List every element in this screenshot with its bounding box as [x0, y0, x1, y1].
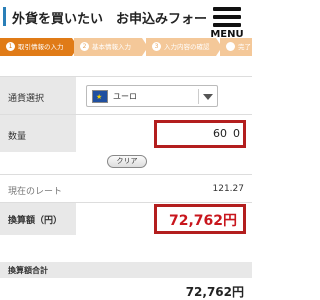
amount-highlight: 72,762円 — [154, 204, 246, 234]
quantity-value[interactable]: 60 — [213, 127, 227, 140]
currency-select[interactable]: ★ ユーロ — [86, 85, 218, 107]
title-accent-bar — [3, 7, 6, 26]
quantity-row: 数量 60 0 クリア — [0, 115, 252, 175]
step-3: 3 入力内容の確認 — [146, 38, 216, 56]
amount-row: 換算額（円） 72,762円 — [0, 203, 252, 235]
total-label: 換算額合計 — [8, 266, 48, 275]
amount-value: 72,762円 — [168, 213, 237, 229]
rate-value: 121.27 — [212, 184, 245, 194]
quantity-input[interactable]: 60 0 — [154, 120, 246, 148]
select-divider — [198, 89, 199, 104]
menu-button[interactable]: MENU — [207, 2, 247, 40]
step-progress: 1 取引情報の入力 2 基本情報入力 3 入力内容の確認 4 完了 — [0, 38, 252, 56]
total-value: 72,762円 — [185, 285, 244, 299]
step-label: 取引情報の入力 — [18, 43, 64, 51]
chevron-down-icon[interactable] — [203, 94, 213, 100]
order-form: 通貨選択 ★ ユーロ 数量 60 0 クリア 現在のレート 121.27 換算額… — [0, 76, 252, 235]
quantity-label: 数量 — [8, 132, 27, 142]
step-2: 2 基本情報入力 — [74, 38, 142, 56]
currency-select-value: ユーロ — [113, 92, 137, 101]
page-title: 外貨を買いたい お申込みフォーム — [12, 12, 220, 27]
step-number: 2 — [80, 42, 89, 51]
step-number: 3 — [152, 42, 161, 51]
step-number: 1 — [6, 42, 15, 51]
step-4: 4 完了 — [220, 38, 252, 56]
page-header: 外貨を買いたい お申込みフォーム MENU — [0, 0, 252, 40]
step-label: 入力内容の確認 — [164, 43, 210, 51]
label-cell: 数量 — [0, 115, 76, 152]
clear-button[interactable]: クリア — [107, 155, 147, 168]
amount-label: 換算額（円） — [8, 216, 63, 226]
step-number: 4 — [226, 42, 235, 51]
label-cell: 換算額（円） — [0, 203, 76, 235]
quantity-suffix: 0 — [233, 127, 240, 140]
currency-label: 通貨選択 — [8, 94, 45, 104]
step-label: 完了 — [238, 43, 251, 51]
currency-row: 通貨選択 ★ ユーロ — [0, 77, 252, 115]
rate-label: 現在のレート — [8, 187, 63, 197]
eu-flag-icon: ★ — [92, 90, 108, 103]
step-label: 基本情報入力 — [92, 43, 131, 51]
total-header: 換算額合計 — [0, 262, 252, 278]
step-1: 1 取引情報の入力 — [0, 38, 72, 56]
label-cell: 通貨選択 — [0, 77, 76, 114]
rate-row: 現在のレート 121.27 — [0, 175, 252, 203]
